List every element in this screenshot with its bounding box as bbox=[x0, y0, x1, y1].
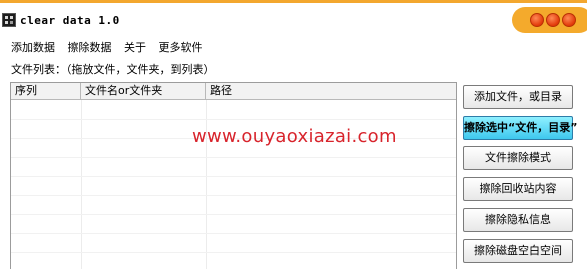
erase-selected-button[interactable]: 擦除选中“文件，目录” bbox=[463, 116, 577, 140]
column-path[interactable]: 路径 bbox=[206, 83, 456, 100]
row-divider bbox=[11, 252, 456, 253]
column-divider bbox=[81, 100, 82, 269]
file-list-header: 序列 文件名or文件夹 路径 bbox=[11, 83, 456, 100]
add-file-button[interactable]: 添加文件，或目录 bbox=[463, 85, 573, 109]
minimize-button[interactable] bbox=[530, 13, 544, 27]
erase-recycle-bin-button[interactable]: 擦除回收站内容 bbox=[463, 177, 573, 201]
file-list[interactable]: 序列 文件名or文件夹 路径 bbox=[10, 82, 457, 269]
menu-add-data[interactable]: 添加数据 bbox=[11, 39, 55, 55]
erase-mode-button[interactable]: 文件擦除模式 bbox=[463, 146, 573, 170]
column-filename[interactable]: 文件名or文件夹 bbox=[81, 83, 206, 100]
erase-privacy-button[interactable]: 擦除隐私信息 bbox=[463, 208, 573, 232]
menu-bar: 添加数据 擦除数据 关于 更多软件 bbox=[11, 39, 212, 55]
menu-about[interactable]: 关于 bbox=[124, 39, 146, 55]
close-button[interactable] bbox=[562, 13, 576, 27]
watermark: www.ouyaoxiazai.com bbox=[192, 126, 397, 147]
row-divider bbox=[11, 233, 456, 234]
row-divider bbox=[11, 176, 456, 177]
row-divider bbox=[11, 157, 456, 158]
row-divider bbox=[11, 119, 456, 120]
erase-free-space-button[interactable]: 擦除磁盘空白空间 bbox=[463, 239, 573, 263]
app-icon bbox=[2, 13, 16, 27]
menu-more-software[interactable]: 更多软件 bbox=[159, 39, 203, 55]
title-bar: clear data 1.0 bbox=[0, 0, 587, 36]
menu-erase-data[interactable]: 擦除数据 bbox=[68, 39, 112, 55]
row-divider bbox=[11, 195, 456, 196]
column-index[interactable]: 序列 bbox=[11, 83, 81, 100]
window-title: clear data 1.0 bbox=[20, 14, 120, 27]
file-list-hint: 文件列表：（拖放文件，文件夹，到列表） bbox=[11, 63, 215, 76]
maximize-button[interactable] bbox=[546, 13, 560, 27]
window-controls bbox=[512, 7, 587, 33]
row-divider bbox=[11, 214, 456, 215]
